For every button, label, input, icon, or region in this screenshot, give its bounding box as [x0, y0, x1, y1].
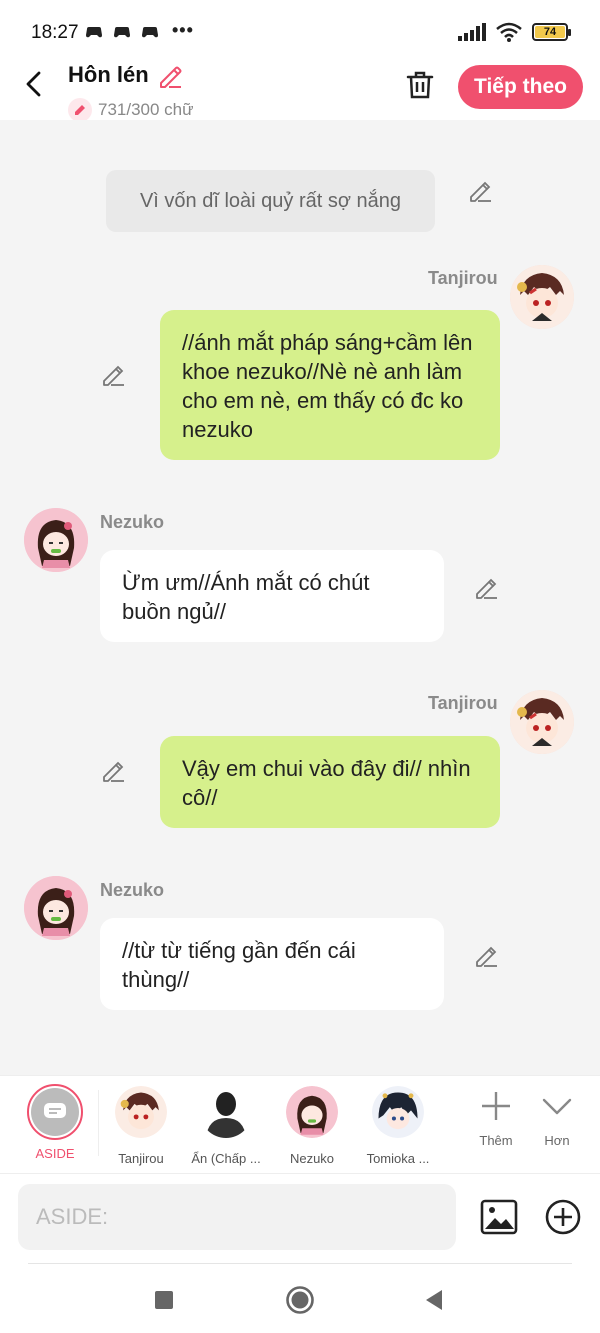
image-button[interactable] — [480, 1198, 518, 1236]
sender-name: Nezuko — [100, 880, 165, 900]
add-label: Thêm — [479, 1133, 513, 1148]
avatar-tanjirou[interactable] — [510, 690, 574, 754]
edit-message-icon[interactable] — [100, 758, 126, 784]
avatar-tanjirou[interactable] — [510, 265, 574, 329]
page-title[interactable]: Hôn lén — [68, 62, 149, 88]
chevron-down-icon — [542, 1098, 572, 1115]
signal-icon — [458, 23, 486, 41]
avatar — [372, 1086, 424, 1138]
more-notifications-icon: ••• — [172, 20, 194, 40]
word-counter: 731/300 chữ — [68, 98, 194, 122]
plus-circle-icon — [545, 1199, 581, 1235]
edit-message-icon[interactable] — [473, 575, 499, 601]
more-label: Hơn — [544, 1133, 570, 1148]
aside-inner — [31, 1088, 79, 1136]
trash-icon — [406, 71, 434, 99]
status-time: 18:27 — [31, 22, 79, 43]
more-characters-button[interactable]: Hơn — [527, 1090, 587, 1148]
avatar-nezuko[interactable] — [24, 508, 88, 572]
status-bar: 18:27 ••• 74 — [0, 0, 600, 62]
edit-message-icon[interactable] — [473, 943, 499, 969]
edit-message-icon[interactable] — [100, 362, 126, 388]
square-icon — [155, 1291, 173, 1309]
sender-name: Tanjirou — [428, 268, 498, 288]
aside-label: ASIDE — [35, 1146, 75, 1161]
avatar — [286, 1086, 338, 1138]
character-nezuko[interactable]: Nezuko — [272, 1086, 352, 1166]
back-nav-button[interactable] — [417, 1283, 451, 1317]
character-tomioka[interactable]: Tomioka ... — [358, 1086, 438, 1166]
game-controller-icon — [142, 27, 158, 38]
chevron-left-icon — [26, 71, 41, 97]
plus-icon — [482, 1092, 510, 1120]
avatar-nezuko[interactable] — [24, 876, 88, 940]
add-character-button[interactable]: Thêm — [466, 1090, 526, 1148]
aside-button[interactable] — [27, 1084, 83, 1140]
notification-icons — [84, 22, 160, 42]
system-nav-bar — [0, 1263, 600, 1333]
word-count-text: 731/300 chữ — [98, 100, 194, 119]
delete-button[interactable] — [403, 68, 437, 102]
input-bar — [0, 1173, 600, 1263]
next-button[interactable]: Tiếp theo — [458, 65, 583, 109]
message-bubble[interactable]: Ừm ưm//Ánh mắt có chút buồn ngủ// — [100, 550, 444, 642]
silhouette-avatar — [200, 1086, 252, 1138]
image-icon — [480, 1199, 518, 1235]
character-selector: ASIDE Tanjirou Ẩn (Chấp ... Nezuko Tomio… — [0, 1075, 600, 1173]
circle-icon — [286, 1286, 314, 1314]
title-group: Hôn lén 731/300 chữ — [68, 62, 194, 122]
sender-name: Tanjirou — [428, 693, 498, 713]
narration-bubble[interactable]: Vì vốn dĩ loài quỷ rất sợ nắng — [106, 170, 435, 232]
system-icons: 74 — [458, 22, 571, 42]
message-bubble[interactable]: //từ từ tiếng gần đến cái thùng// — [100, 918, 444, 1010]
avatar — [115, 1086, 167, 1138]
character-label: Nezuko — [289, 1151, 335, 1166]
divider — [98, 1090, 99, 1156]
back-button[interactable] — [18, 68, 50, 100]
wifi-icon — [496, 22, 522, 42]
chat-area[interactable]: Vì vốn dĩ loài quỷ rất sợ nắng Tanjirou … — [0, 120, 600, 1075]
battery-level: 74 — [535, 26, 565, 38]
character-label: Tomioka ... — [366, 1151, 430, 1166]
message-input[interactable] — [18, 1184, 456, 1250]
triangle-back-icon — [426, 1290, 442, 1310]
character-hidden[interactable]: Ẩn (Chấp ... — [186, 1086, 266, 1166]
more-options-button[interactable] — [544, 1198, 582, 1236]
chat-bubble-icon — [44, 1103, 66, 1118]
game-controller-icon — [86, 27, 102, 38]
message-bubble[interactable]: //ánh mắt pháp sáng+cầm lên khoe nezuko/… — [160, 310, 500, 460]
message-bubble[interactable]: Vậy em chui vào đây đi// nhìn cô// — [160, 736, 500, 828]
home-button[interactable] — [283, 1283, 317, 1317]
character-label: Ẩn (Chấp ... — [191, 1151, 261, 1166]
game-controller-icon — [114, 27, 130, 38]
battery-icon: 74 — [532, 23, 571, 41]
character-tanjirou[interactable]: Tanjirou — [101, 1086, 181, 1166]
pencil-icon — [68, 98, 92, 122]
divider — [28, 1263, 572, 1264]
recents-button[interactable] — [147, 1283, 181, 1317]
edit-title-icon[interactable] — [157, 63, 183, 94]
sender-name: Nezuko — [100, 512, 165, 532]
character-label: Tanjirou — [118, 1151, 164, 1166]
edit-narration-icon[interactable] — [467, 178, 493, 204]
app-header: Hôn lén 731/300 chữ Tiếp theo — [0, 62, 600, 122]
